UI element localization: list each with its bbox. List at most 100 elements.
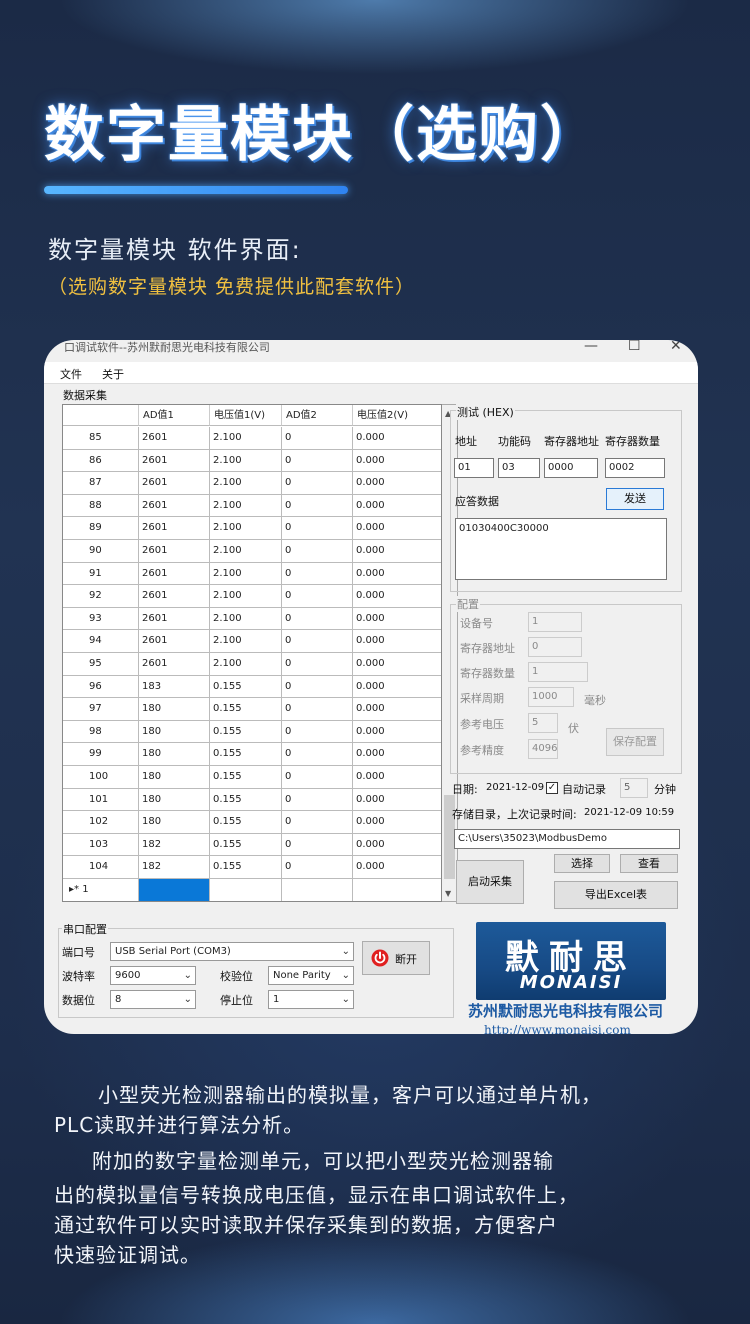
row-number[interactable]: 102 — [63, 811, 139, 834]
table-cell-voltage1[interactable]: 2.100 — [210, 472, 282, 495]
save-config-button[interactable]: 保存配置 — [606, 728, 664, 756]
table-cell-ad1[interactable]: 2601 — [139, 540, 210, 563]
table-cell-ad1[interactable]: 2601 — [139, 472, 210, 495]
row-number[interactable]: 100 — [63, 766, 139, 789]
column-header-voltage1[interactable]: 电压值1(V) — [210, 405, 282, 426]
table-cell-ad2[interactable]: 0 — [282, 698, 353, 721]
table-cell-voltage1[interactable]: 0.155 — [210, 743, 282, 766]
table-cell-ad1[interactable]: 182 — [139, 833, 210, 857]
table-cell-ad1[interactable]: 2601 — [139, 427, 210, 450]
table-cell-voltage2[interactable]: 0.000 — [353, 562, 441, 586]
menu-file[interactable]: 文件 — [60, 366, 82, 382]
row-number[interactable]: 101 — [63, 788, 139, 812]
table-cell-voltage1[interactable]: 0.155 — [210, 788, 282, 812]
baud-select[interactable]: 9600 ⌄ — [110, 966, 196, 985]
table-cell-voltage1[interactable]: 0.155 — [210, 720, 282, 744]
send-button[interactable]: 发送 — [606, 488, 664, 510]
table-cell-voltage2[interactable]: 0.000 — [353, 585, 441, 608]
table-cell-ad1[interactable]: 2601 — [139, 607, 210, 631]
port-select[interactable]: USB Serial Port (COM3) ⌄ — [110, 942, 354, 961]
table-cell-voltage1[interactable]: 2.100 — [210, 517, 282, 540]
company-url[interactable]: http://www.monaisi.com — [484, 1023, 631, 1034]
table-cell-ad2[interactable]: 0 — [282, 540, 353, 563]
table-cell-empty[interactable] — [282, 879, 353, 901]
column-header-voltage2[interactable]: 电压值2(V) — [353, 405, 441, 426]
table-cell-voltage1[interactable]: 0.155 — [210, 766, 282, 789]
table-cell-voltage1[interactable]: 0.155 — [210, 833, 282, 857]
row-number[interactable]: 95 — [63, 653, 139, 676]
table-cell-voltage2[interactable]: 0.000 — [353, 427, 441, 450]
column-header-ad2[interactable]: AD值2 — [282, 405, 353, 426]
table-cell-ad1[interactable]: 180 — [139, 811, 210, 834]
table-cell-voltage2[interactable]: 0.000 — [353, 766, 441, 789]
table-cell-voltage1[interactable]: 2.100 — [210, 653, 282, 676]
reference-voltage-input[interactable]: 5 — [528, 713, 558, 733]
stop-bits-select[interactable]: 1 ⌄ — [268, 990, 354, 1009]
row-number[interactable]: 91 — [63, 562, 139, 586]
table-cell-ad2[interactable]: 0 — [282, 720, 353, 744]
table-cell-voltage2[interactable]: 0.000 — [353, 788, 441, 812]
table-cell-voltage2[interactable]: 0.000 — [353, 653, 441, 676]
table-cell-voltage1[interactable]: 0.155 — [210, 811, 282, 834]
table-cell-voltage1[interactable]: 2.100 — [210, 562, 282, 586]
start-acquisition-button[interactable]: 启动采集 — [456, 860, 524, 904]
row-number[interactable]: 104 — [63, 856, 139, 879]
table-cell-ad1[interactable]: 180 — [139, 720, 210, 744]
row-number[interactable]: 97 — [63, 698, 139, 721]
table-cell-voltage1[interactable]: 0.155 — [210, 856, 282, 879]
table-cell-ad2[interactable]: 0 — [282, 585, 353, 608]
data-grid[interactable]: AD值1 电压值1(V) AD值2 电压值2(V) 85 2601 2.100 0 0.… — [62, 404, 442, 902]
table-cell-voltage2[interactable]: 0.000 — [353, 449, 441, 473]
close-icon[interactable]: ✕ — [670, 340, 682, 354]
menu-about[interactable]: 关于 — [102, 366, 124, 382]
maximize-icon[interactable]: ☐ — [628, 340, 641, 354]
parity-select[interactable]: None Parity ⌄ — [268, 966, 354, 985]
device-id-input[interactable]: 1 — [528, 612, 582, 632]
row-number[interactable]: 94 — [63, 630, 139, 653]
minimize-icon[interactable]: — — [584, 340, 598, 354]
table-cell-empty[interactable] — [210, 879, 282, 901]
reference-precision-input[interactable]: 4096 — [528, 739, 558, 759]
table-cell-voltage2[interactable]: 0.000 — [353, 517, 441, 540]
table-cell-voltage2[interactable]: 0.000 — [353, 494, 441, 518]
response-output[interactable]: 01030400C30000 — [455, 518, 667, 580]
table-cell-voltage1[interactable]: 2.100 — [210, 427, 282, 450]
row-number[interactable]: 90 — [63, 540, 139, 563]
table-cell-ad2[interactable]: 0 — [282, 653, 353, 676]
row-number[interactable]: 88 — [63, 494, 139, 518]
table-cell-ad2[interactable]: 0 — [282, 811, 353, 834]
row-number[interactable]: 85 — [63, 427, 139, 450]
table-cell-voltage2[interactable]: 0.000 — [353, 698, 441, 721]
table-cell-ad2[interactable]: 0 — [282, 472, 353, 495]
table-cell-empty[interactable] — [353, 879, 441, 901]
function-code-input[interactable]: 03 — [498, 458, 540, 478]
table-cell-voltage2[interactable]: 0.000 — [353, 743, 441, 766]
table-cell-ad1[interactable]: 183 — [139, 675, 210, 699]
table-cell-voltage2[interactable]: 0.000 — [353, 607, 441, 631]
table-cell-voltage1[interactable]: 2.100 — [210, 449, 282, 473]
select-folder-button[interactable]: 选择 — [554, 854, 610, 873]
table-cell-ad2[interactable]: 0 — [282, 833, 353, 857]
table-cell-ad2[interactable]: 0 — [282, 449, 353, 473]
table-cell-voltage1[interactable]: 2.100 — [210, 585, 282, 608]
sample-period-input[interactable]: 1000 — [528, 687, 574, 707]
config-register-count-input[interactable]: 1 — [528, 662, 588, 682]
table-cell-ad1[interactable]: 180 — [139, 698, 210, 721]
register-count-input[interactable]: 0002 — [605, 458, 665, 478]
table-cell-voltage2[interactable]: 0.000 — [353, 811, 441, 834]
row-number[interactable]: 93 — [63, 607, 139, 631]
column-header-ad1[interactable]: AD值1 — [139, 405, 210, 426]
row-number[interactable]: 87 — [63, 472, 139, 495]
table-cell-ad1[interactable]: 182 — [139, 856, 210, 879]
auto-record-checkbox[interactable]: ✓ — [546, 782, 558, 794]
table-cell-voltage1[interactable]: 2.100 — [210, 494, 282, 518]
table-cell-ad1[interactable]: 2601 — [139, 585, 210, 608]
table-cell-ad2[interactable]: 0 — [282, 562, 353, 586]
table-cell-ad2[interactable]: 0 — [282, 766, 353, 789]
table-cell-ad1[interactable]: 2601 — [139, 630, 210, 653]
table-cell-ad1[interactable]: 2601 — [139, 517, 210, 540]
scroll-down-icon[interactable]: ▼ — [445, 889, 451, 898]
table-cell-voltage2[interactable]: 0.000 — [353, 675, 441, 699]
table-cell-ad1[interactable]: 180 — [139, 743, 210, 766]
export-excel-button[interactable]: 导出Excel表 — [554, 881, 678, 909]
